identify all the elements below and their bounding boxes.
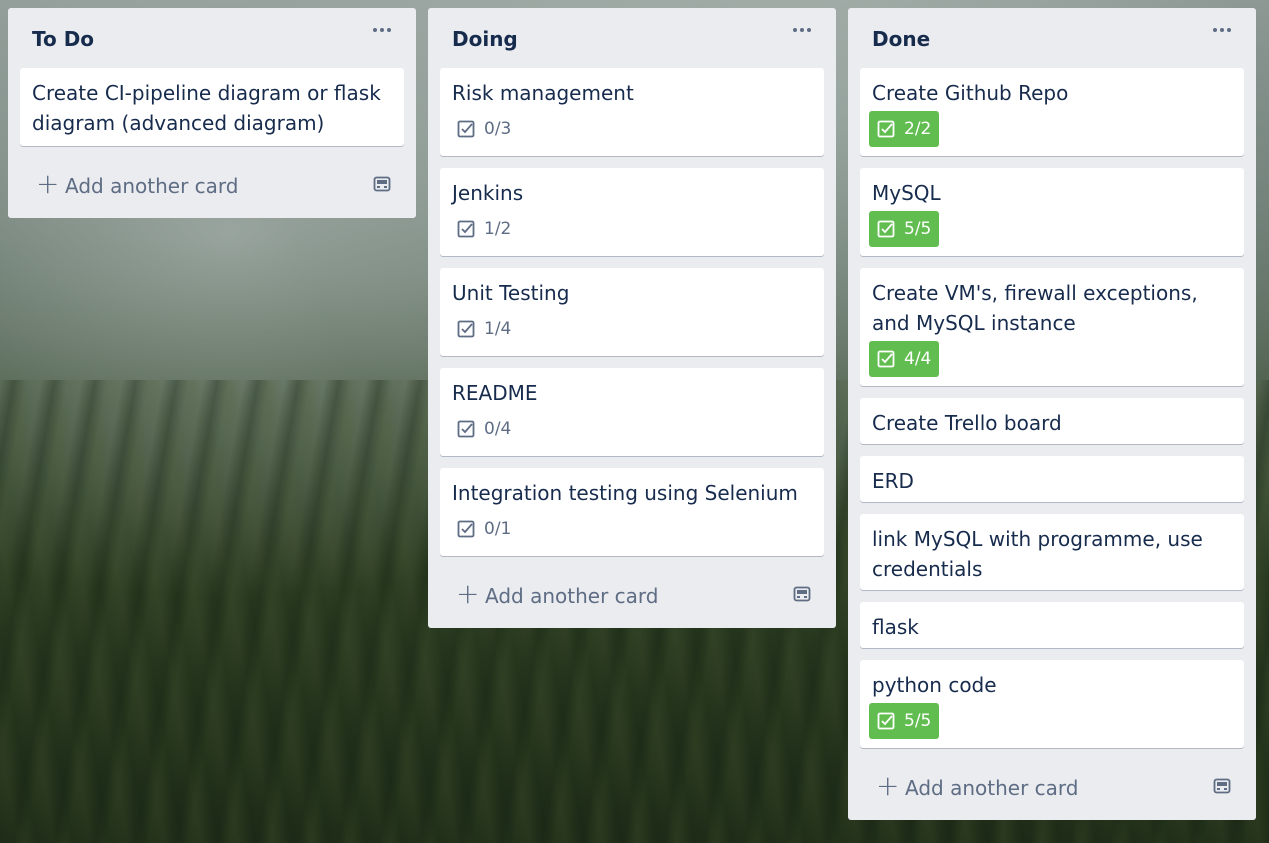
checklist-badge: 1/4 — [451, 311, 517, 347]
add-card-button[interactable]: + Add another card — [440, 568, 824, 628]
checklist-icon — [457, 220, 475, 238]
list-header: To Do — [20, 8, 404, 68]
checklist-icon — [457, 320, 475, 338]
card-title: ERD — [872, 469, 914, 493]
add-card-button[interactable]: + Add another card — [860, 760, 1244, 820]
add-card-label: Add another card — [65, 174, 239, 198]
card[interactable]: MySQL 5/5 — [860, 168, 1244, 256]
card-title: Integration testing using Selenium — [452, 481, 798, 505]
checklist-count: 0/4 — [484, 419, 512, 439]
card-template-icon[interactable] — [792, 584, 812, 608]
list-header: Doing — [440, 8, 824, 68]
list-doing: Doing Risk management 0/3 Jenkins 1/2 Un… — [428, 8, 836, 628]
checklist-icon — [877, 120, 895, 138]
card-title: Create VM's, firewall exceptions, and My… — [872, 281, 1198, 335]
checklist-badge-complete: 5/5 — [869, 703, 940, 739]
list-to-do: To Do Create CI-pipeline diagram or flas… — [8, 8, 416, 218]
checklist-icon — [877, 220, 895, 238]
checklist-badge: 0/4 — [451, 411, 517, 447]
card[interactable]: link MySQL with programme, use credentia… — [860, 514, 1244, 590]
checklist-count: 2/2 — [904, 119, 932, 139]
ellipsis-icon — [373, 28, 391, 32]
card-title: Jenkins — [452, 181, 524, 205]
card-title: README — [452, 381, 538, 405]
checklist-icon — [877, 712, 895, 730]
card-title: Create Trello board — [872, 411, 1062, 435]
list-header: Done — [860, 8, 1244, 68]
card-template-icon[interactable] — [1212, 776, 1232, 800]
checklist-icon — [457, 120, 475, 138]
checklist-icon — [877, 350, 895, 368]
checklist-badge: 0/1 — [451, 511, 517, 547]
card-title: Create CI-pipeline diagram or flask diag… — [32, 81, 381, 135]
add-card-label: Add another card — [905, 776, 1079, 800]
plus-icon: + — [36, 167, 60, 200]
checklist-icon — [457, 420, 475, 438]
card-title: Create Github Repo — [872, 81, 1069, 105]
checklist-count: 0/1 — [484, 519, 512, 539]
card[interactable]: Create Trello board — [860, 398, 1244, 444]
list-done: Done Create Github Repo 2/2 MySQL 5/5 Cr… — [848, 8, 1256, 820]
checklist-count: 5/5 — [904, 219, 932, 239]
checklist-count: 1/2 — [484, 219, 512, 239]
card-template-icon[interactable] — [372, 174, 392, 198]
plus-icon: + — [456, 577, 480, 610]
checklist-badge-complete: 4/4 — [869, 341, 940, 377]
card-title: link MySQL with programme, use credentia… — [872, 527, 1203, 581]
ellipsis-icon — [793, 28, 811, 32]
checklist-badge-complete: 2/2 — [869, 111, 940, 147]
checklist-count: 4/4 — [904, 349, 932, 369]
add-card-label: Add another card — [485, 584, 659, 608]
card-title: python code — [872, 673, 997, 697]
checklist-count: 1/4 — [484, 319, 512, 339]
list-title[interactable]: Doing — [452, 27, 518, 51]
list-menu-button[interactable] — [1208, 20, 1236, 42]
card[interactable]: python code 5/5 — [860, 660, 1244, 748]
card-title: Risk management — [452, 81, 634, 105]
checklist-badge: 0/3 — [451, 111, 517, 147]
checklist-count: 0/3 — [484, 119, 512, 139]
card[interactable]: ERD — [860, 456, 1244, 502]
checklist-badge-complete: 5/5 — [869, 211, 940, 247]
card[interactable]: Jenkins 1/2 — [440, 168, 824, 256]
add-card-button[interactable]: + Add another card — [20, 158, 404, 218]
checklist-icon — [457, 520, 475, 538]
card-title: flask — [872, 615, 919, 639]
card[interactable]: flask — [860, 602, 1244, 648]
plus-icon: + — [876, 769, 900, 802]
card[interactable]: Create CI-pipeline diagram or flask diag… — [20, 68, 404, 146]
list-title[interactable]: Done — [872, 27, 930, 51]
card[interactable]: README 0/4 — [440, 368, 824, 456]
checklist-count: 5/5 — [904, 711, 932, 731]
card-title: Unit Testing — [452, 281, 570, 305]
card-title: MySQL — [872, 181, 941, 205]
card[interactable]: Risk management 0/3 — [440, 68, 824, 156]
card[interactable]: Create VM's, firewall exceptions, and My… — [860, 268, 1244, 386]
checklist-badge: 1/2 — [451, 211, 517, 247]
list-menu-button[interactable] — [788, 20, 816, 42]
list-title[interactable]: To Do — [32, 27, 94, 51]
card[interactable]: Create Github Repo 2/2 — [860, 68, 1244, 156]
list-menu-button[interactable] — [368, 20, 396, 42]
ellipsis-icon — [1213, 28, 1231, 32]
card[interactable]: Integration testing using Selenium 0/1 — [440, 468, 824, 556]
card[interactable]: Unit Testing 1/4 — [440, 268, 824, 356]
